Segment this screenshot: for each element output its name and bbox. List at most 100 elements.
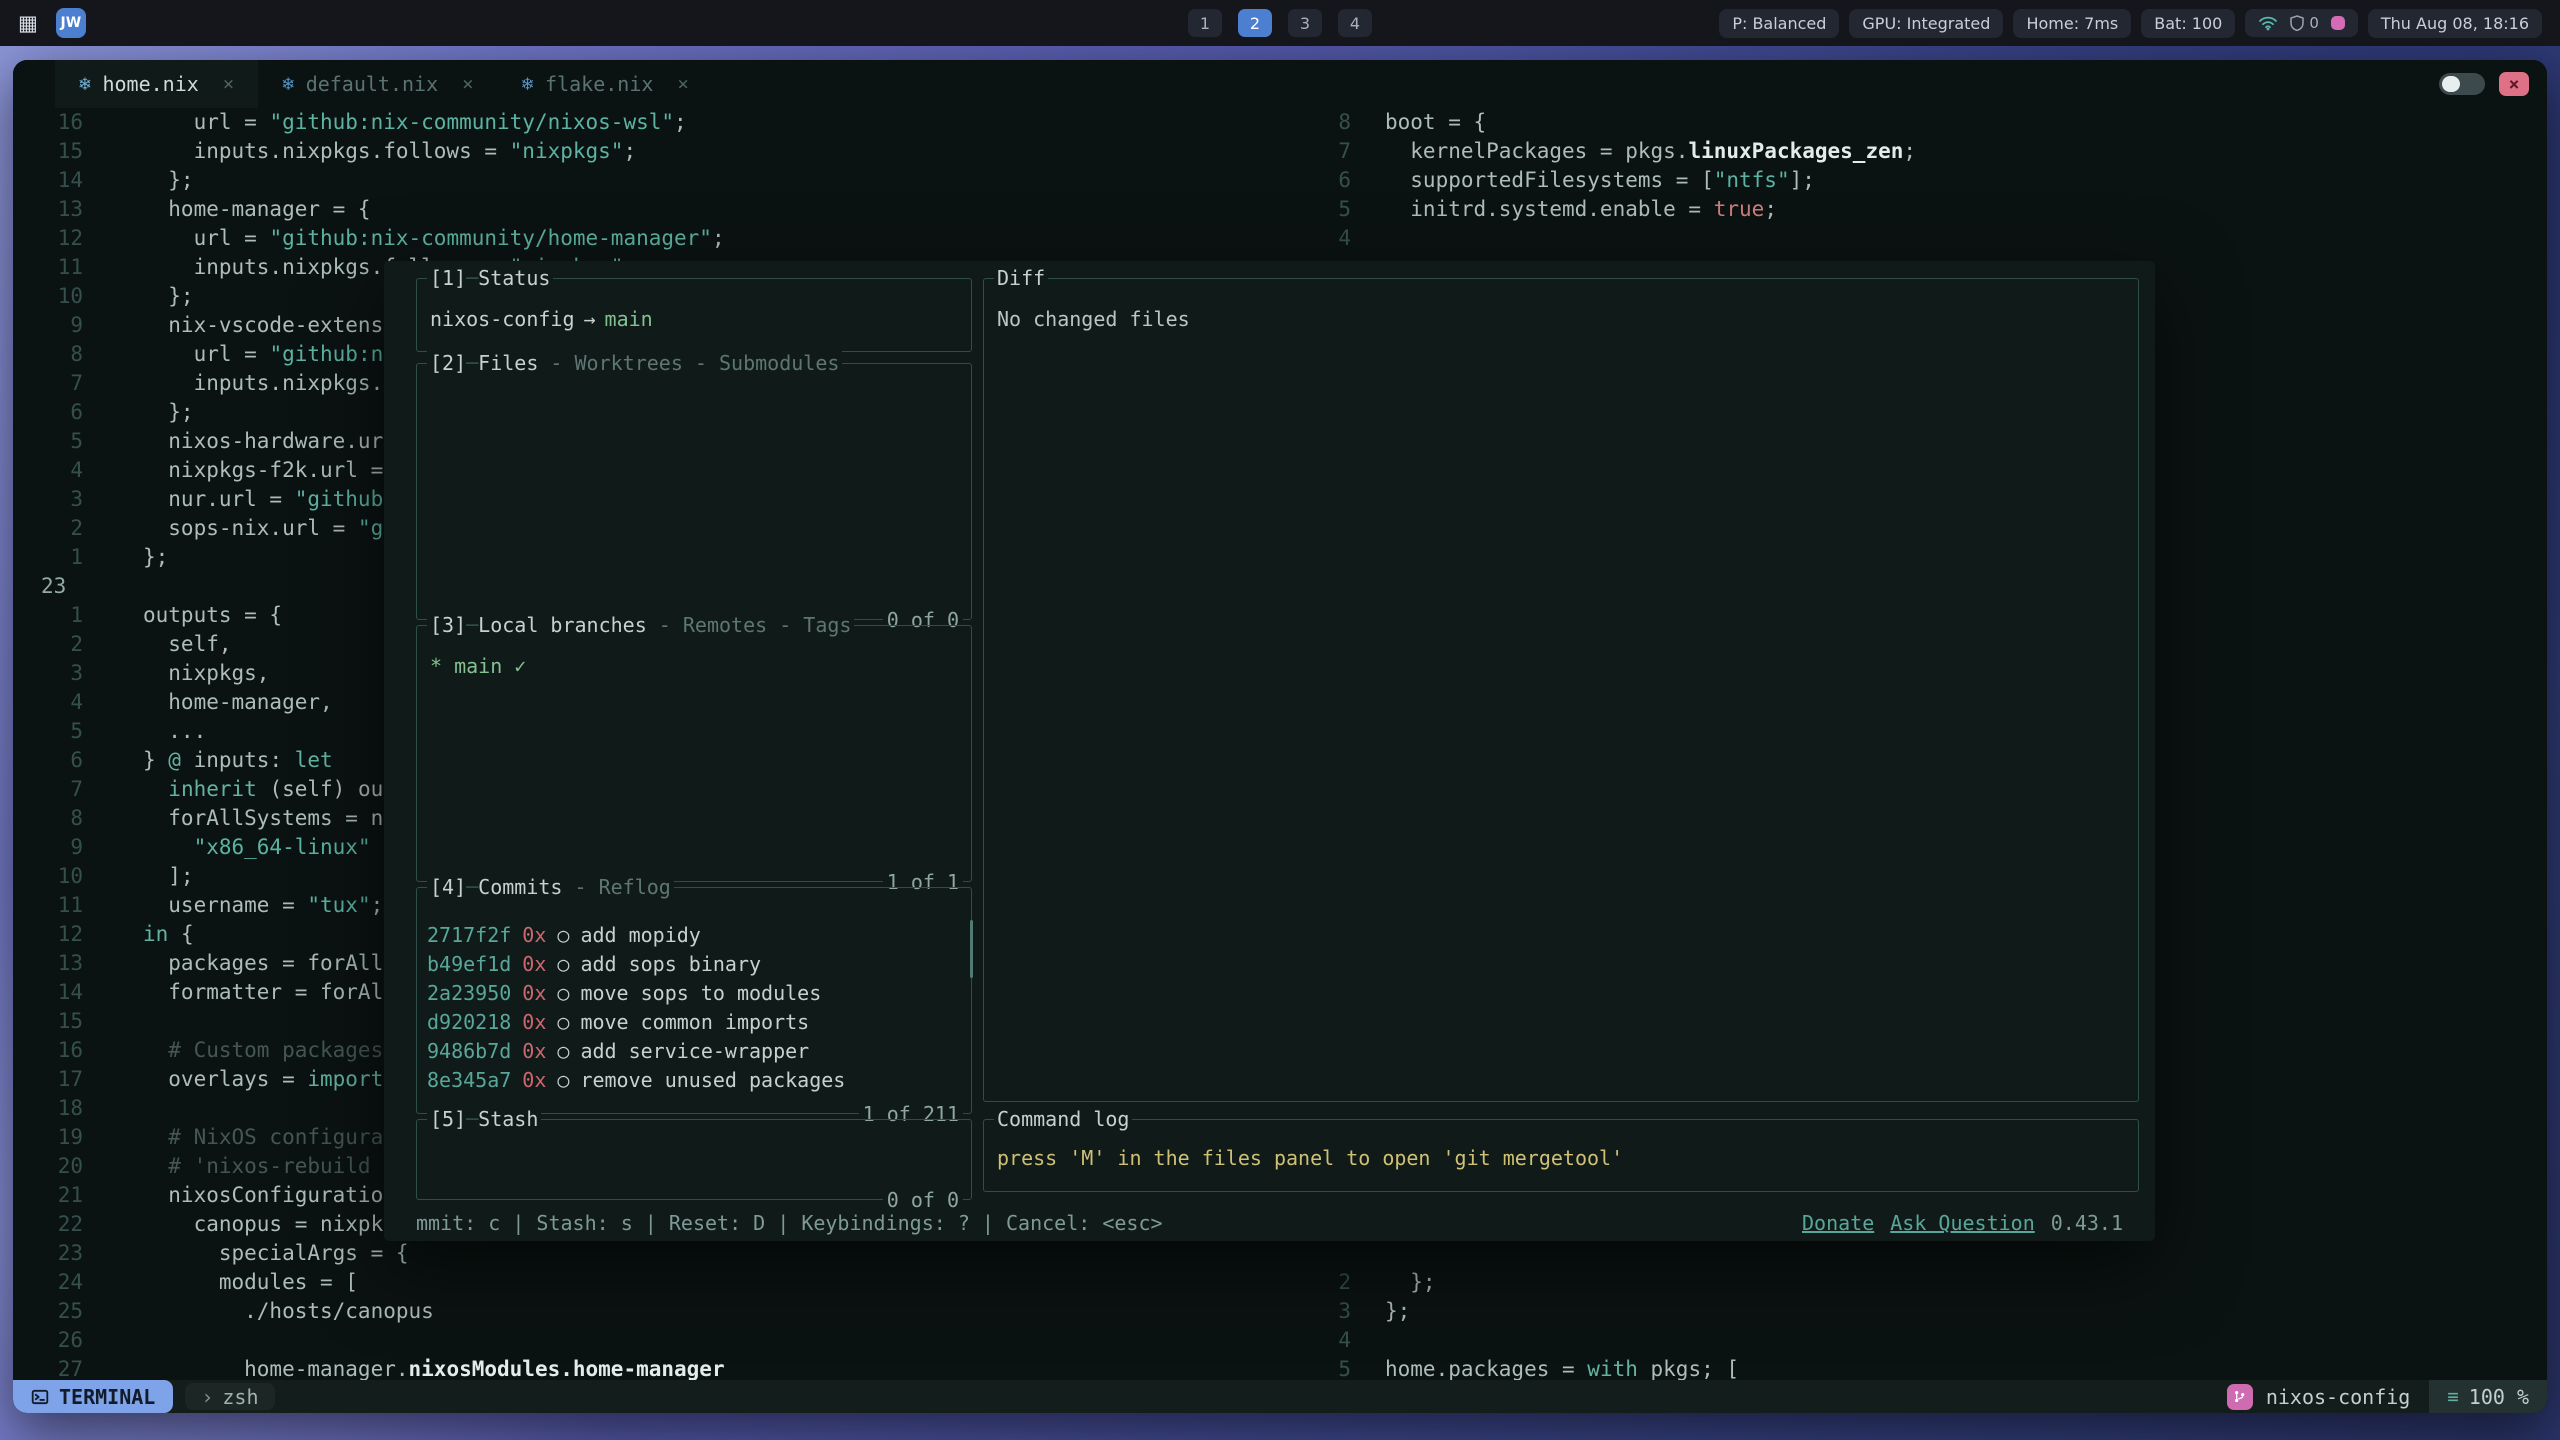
commit-row[interactable]: 9486b7d0x○add service-wrapper: [417, 1037, 971, 1066]
window-close-button[interactable]: ×: [2499, 72, 2529, 96]
command-log-content: press 'M' in the files panel to open 'gi…: [984, 1120, 2138, 1170]
commit-row[interactable]: 2a239500x○move sops to modules: [417, 979, 971, 1008]
system-tray[interactable]: 0: [2245, 9, 2358, 37]
line-number: 14: [13, 978, 83, 1007]
statusline-right: nixos-config ≡ 100 %: [2227, 1380, 2547, 1413]
app-launcher-icon[interactable]: ▦: [18, 11, 38, 35]
tab-close-icon[interactable]: ×: [223, 73, 234, 95]
topbar-right: P: BalancedGPU: IntegratedHome: 7msBat: …: [1719, 9, 2542, 38]
lazygit-command-log-panel[interactable]: Command log press 'M' in the files panel…: [983, 1119, 2139, 1192]
git-branch-icon: [2227, 1384, 2253, 1410]
commit-row[interactable]: b49ef1d0x○add sops binary: [417, 950, 971, 979]
code-text: url = "github:nix-community/nixos-wsl";: [83, 108, 687, 137]
toggle-pill[interactable]: [2439, 73, 2485, 95]
command-log-title: Command log: [994, 1106, 1132, 1132]
code-line: 23 specialArgs = {: [13, 1239, 1306, 1268]
nix-snowflake-icon: ❄: [282, 73, 293, 95]
code-line: 5home.packages = with pkgs; [: [1307, 1355, 2547, 1380]
lazygit-version: 0.43.1: [2051, 1211, 2123, 1235]
keyboard-layout-badge[interactable]: JW: [56, 8, 86, 38]
tab-flake.nix[interactable]: ❄flake.nix×: [498, 60, 713, 108]
line-number: 17: [13, 1065, 83, 1094]
workspace-button-3[interactable]: 3: [1288, 9, 1322, 37]
line-number: 13: [13, 949, 83, 978]
session-name: nixos-config: [2266, 1385, 2411, 1409]
code-text: nixpkgs,: [83, 659, 269, 688]
workspace-button-2[interactable]: 2: [1238, 9, 1272, 37]
link-ask-question[interactable]: Ask Question: [1890, 1211, 2035, 1235]
link-donate[interactable]: Donate: [1802, 1211, 1874, 1235]
code-text: [1351, 224, 1385, 253]
code-text: kernelPackages = pkgs.linuxPackages_zen;: [1351, 137, 1916, 166]
line-number: 9: [13, 311, 83, 340]
lazygit-popup: [1]─Status nixos-config→main [2]─Files -…: [384, 261, 2155, 1241]
shield-icon: [2290, 15, 2304, 31]
stash-panel-title: [5]─Stash: [427, 1106, 541, 1132]
lazygit-branches-panel[interactable]: [3]─Local branches - Remotes - Tags * ma…: [416, 625, 972, 882]
arrow-icon: →: [584, 307, 596, 331]
current-branch: main: [605, 307, 653, 331]
nix-snowflake-icon: ❄: [522, 73, 533, 95]
line-number: 15: [13, 1007, 83, 1036]
code-text: home-manager = {: [83, 195, 371, 224]
code-text: } @ inputs: let: [83, 746, 333, 775]
line-number: 1: [13, 601, 83, 630]
commits-panel-title: [4]─Commits - Reflog: [427, 874, 674, 900]
lazygit-commits-panel[interactable]: [4]─Commits - Reflog 2717f2f0x○add mopid…: [416, 887, 972, 1114]
lazygit-status-panel[interactable]: [1]─Status nixos-config→main: [416, 278, 972, 352]
line-number: 13: [13, 195, 83, 224]
mode-indicator: TERMINAL: [13, 1380, 173, 1413]
lazygit-diff-panel[interactable]: Diff No changed files: [983, 278, 2139, 1102]
lazygit-stash-panel[interactable]: [5]─Stash 0 of 0: [416, 1119, 972, 1200]
tab-close-icon[interactable]: ×: [462, 73, 473, 95]
tab-label: default.nix: [306, 72, 438, 96]
tabbar-controls: ×: [2439, 60, 2547, 108]
workspace-button-4[interactable]: 4: [1338, 9, 1372, 37]
topbar-left: ▦ JW: [18, 8, 86, 38]
commit-author: 0x: [522, 921, 546, 950]
code-line: 8boot = {: [1307, 108, 2547, 137]
clock[interactable]: Thu Aug 08, 18:16: [2368, 9, 2542, 38]
shell-indicator[interactable]: › zsh: [185, 1383, 274, 1410]
tab-default.nix[interactable]: ❄ default.nix ×: [258, 60, 497, 108]
code-text: home-manager.nixosModules.home-manager: [83, 1355, 725, 1380]
tab-close-icon[interactable]: ×: [677, 73, 688, 95]
commit-message: add sops binary: [580, 950, 761, 979]
code-line: 2 };: [1307, 1268, 2547, 1297]
line-number: 10: [13, 282, 83, 311]
tab-home.nix[interactable]: ❄home.nix×: [55, 60, 258, 108]
line-number: 3: [13, 485, 83, 514]
code-text: boot = {: [1351, 108, 1486, 137]
line-number: 8: [13, 804, 83, 833]
code-line: 27 home-manager.nixosModules.home-manage…: [13, 1355, 1306, 1380]
tab-label: home.nix: [102, 72, 198, 96]
code-text: };: [83, 282, 194, 311]
code-text: ./hosts/canopus: [83, 1297, 434, 1326]
commit-row[interactable]: 2717f2f0x○add mopidy: [417, 921, 971, 950]
commit-row[interactable]: d9202180x○move common imports: [417, 1008, 971, 1037]
line-number: 24: [13, 1268, 83, 1297]
code-text: inputs.nixpkgs.follows = "nixpkgs";: [83, 137, 636, 166]
commit-message: add service-wrapper: [580, 1037, 809, 1066]
line-number: 8: [1307, 108, 1351, 137]
commits-scrollbar[interactable]: [970, 920, 973, 978]
stash-count: 0 of 0: [883, 1187, 963, 1213]
lazygit-files-panel[interactable]: [2]─Files - Worktrees - Submodules 0 of …: [416, 363, 972, 620]
code-text: };: [83, 166, 194, 195]
commit-hash: 2717f2f: [427, 921, 511, 950]
commit-row[interactable]: 8e345a70x○remove unused packages: [417, 1066, 971, 1095]
line-number: 23: [13, 572, 111, 601]
commit-node-icon: ○: [557, 1008, 569, 1037]
terminal-mode-icon: [31, 1388, 49, 1406]
code-text: ];: [83, 862, 194, 891]
code-line: 25 ./hosts/canopus: [13, 1297, 1306, 1326]
workspace-button-1[interactable]: 1: [1188, 9, 1222, 37]
commit-hash: d920218: [427, 1008, 511, 1037]
commit-message: move common imports: [580, 1008, 809, 1037]
line-number: 5: [1307, 1355, 1351, 1380]
keybindings-hint: mmit: c | Stash: s | Reset: D | Keybindi…: [416, 1211, 1163, 1235]
code-text: username = "tux";: [83, 891, 383, 920]
toggle-pill-dot: [2442, 76, 2460, 92]
line-number: 23: [13, 1239, 83, 1268]
commit-author: 0x: [522, 950, 546, 979]
